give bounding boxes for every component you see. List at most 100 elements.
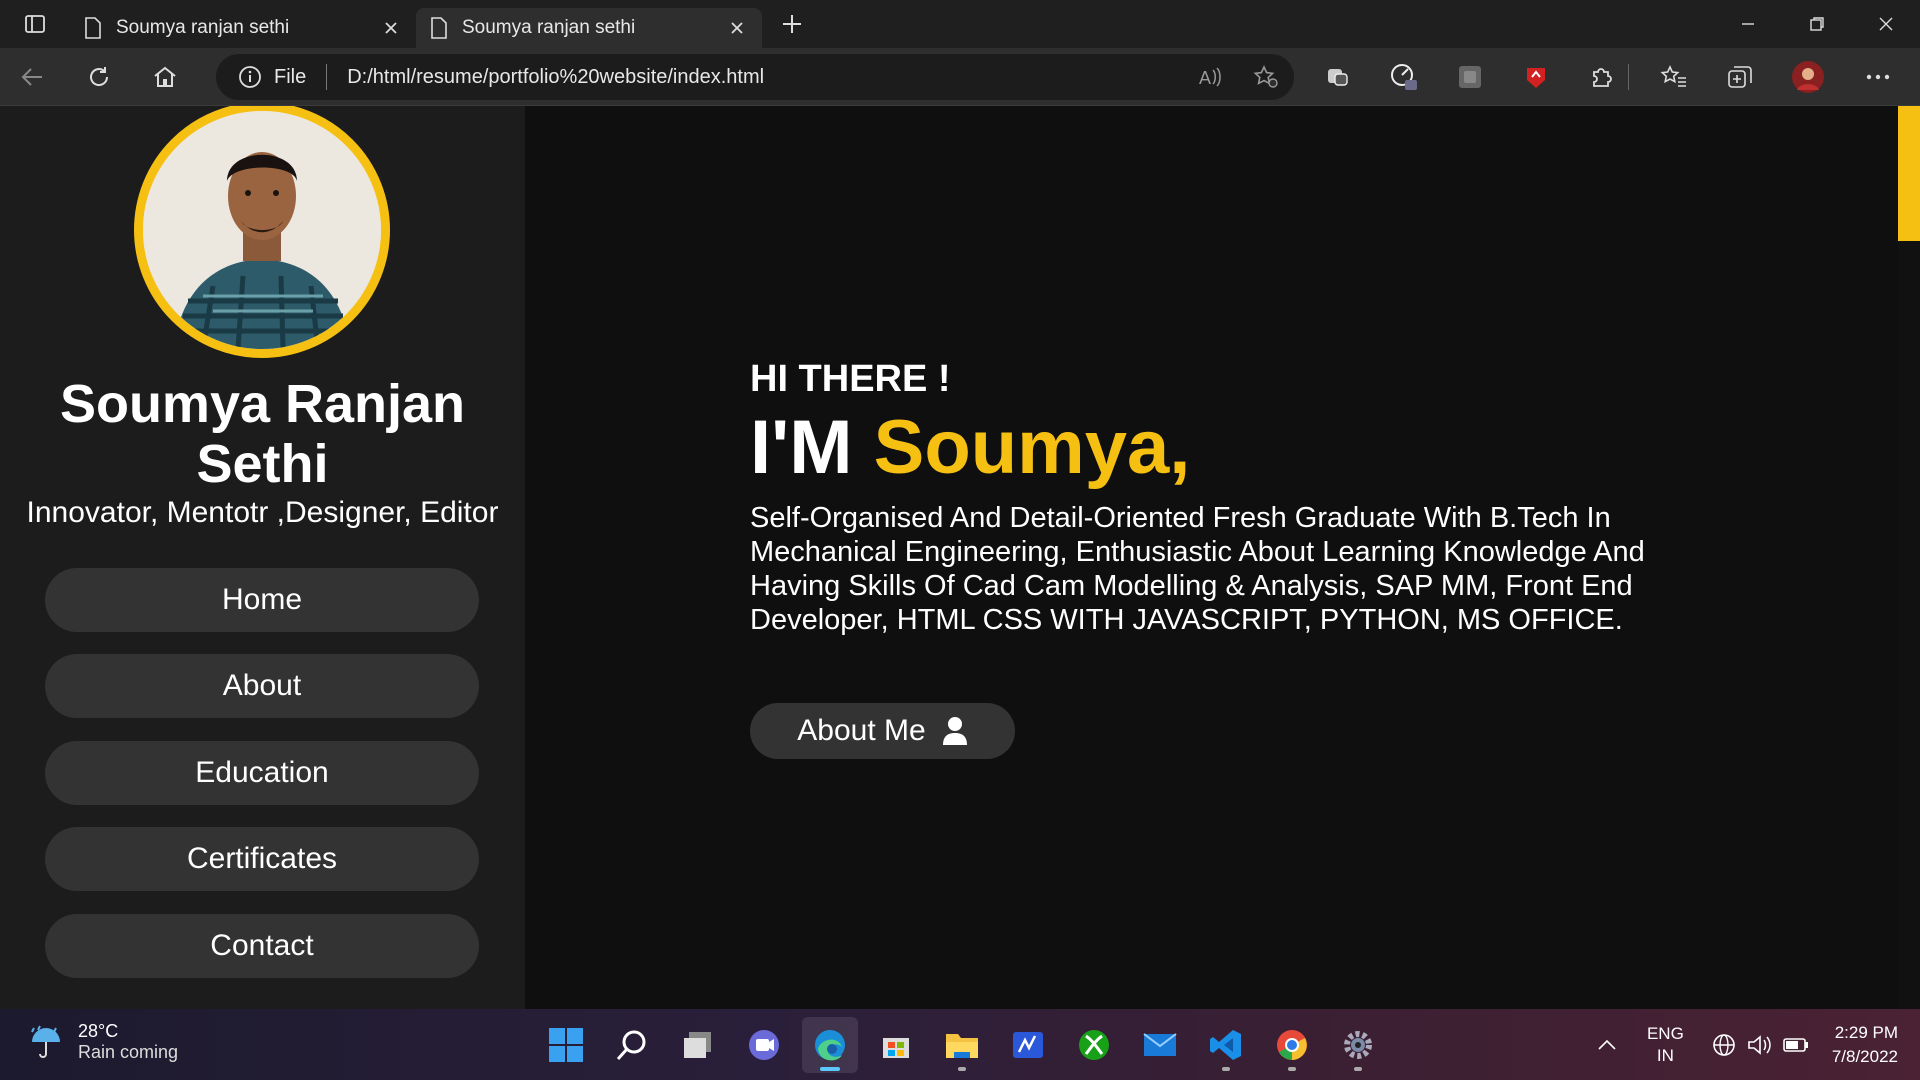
close-window-button[interactable] bbox=[1851, 0, 1920, 48]
clock-time: 2:29 PM bbox=[1834, 1022, 1898, 1042]
tab-actions-button[interactable] bbox=[0, 0, 70, 48]
running-indicator bbox=[1354, 1067, 1362, 1071]
mail-icon bbox=[1143, 1033, 1177, 1056]
whiteboard-app-button[interactable] bbox=[1000, 1017, 1056, 1073]
profile-photo bbox=[134, 106, 390, 358]
network-icon[interactable] bbox=[1706, 1025, 1742, 1065]
edge-browser-button[interactable] bbox=[802, 1017, 858, 1073]
headline-name: Soumya, bbox=[873, 405, 1191, 490]
clock-date: 7/8/2022 bbox=[1831, 1046, 1898, 1066]
web-page: Soumya Ranjan Sethi Innovator, Mentotr ,… bbox=[0, 106, 1920, 1009]
start-button[interactable] bbox=[538, 1017, 594, 1073]
weather-condition: Rain coming bbox=[78, 1042, 179, 1062]
home-button[interactable] bbox=[132, 48, 198, 106]
address-bar[interactable]: File D:/html/resume/portfolio%20website/… bbox=[216, 54, 1294, 100]
show-hidden-icons-chevron-icon[interactable] bbox=[1589, 1025, 1625, 1065]
new-tab-button[interactable] bbox=[772, 4, 812, 44]
gear-icon bbox=[1344, 1031, 1372, 1059]
language-code: ENG bbox=[1646, 1023, 1684, 1043]
rain-umbrella-icon bbox=[31, 1025, 60, 1058]
refresh-button[interactable] bbox=[66, 48, 132, 106]
about-me-button[interactable]: About Me bbox=[750, 703, 1015, 759]
browser-tab-1[interactable]: Soumya ranjan sethi bbox=[70, 8, 416, 48]
scrollbar-thumb[interactable] bbox=[1898, 106, 1920, 241]
vscode-icon bbox=[1210, 1030, 1241, 1060]
clock[interactable]: 2:29 PM 7/8/2022 bbox=[1832, 1021, 1898, 1069]
back-button[interactable] bbox=[0, 48, 66, 106]
tab-title: Soumya ranjan sethi bbox=[116, 17, 290, 38]
close-tab-icon[interactable] bbox=[726, 17, 748, 39]
weather-widget[interactable]: 28°C Rain coming bbox=[26, 1021, 178, 1063]
page-icon bbox=[431, 17, 447, 39]
back-arrow-icon bbox=[21, 67, 42, 86]
window-controls bbox=[1713, 0, 1920, 48]
xbox-icon bbox=[1079, 1030, 1109, 1060]
info-icon bbox=[239, 66, 261, 88]
read-aloud-icon[interactable]: A bbox=[1182, 54, 1238, 100]
active-indicator bbox=[820, 1067, 840, 1071]
toolbar-divider bbox=[1618, 48, 1638, 106]
store-button[interactable] bbox=[868, 1017, 924, 1073]
chat-icon bbox=[749, 1030, 779, 1060]
battery-icon[interactable] bbox=[1778, 1025, 1814, 1065]
windows-taskbar: 28°C Rain coming ENG IN 2:29 PM 7/8/2022 bbox=[0, 1009, 1920, 1080]
chrome-icon bbox=[1277, 1030, 1307, 1060]
language-indicator[interactable]: ENG IN bbox=[1647, 1023, 1684, 1067]
running-indicator bbox=[1288, 1067, 1296, 1071]
nav-about-button[interactable]: About bbox=[45, 654, 479, 718]
refresh-icon bbox=[90, 66, 109, 86]
tab-title: Soumya ranjan sethi bbox=[462, 17, 636, 38]
address-url[interactable]: D:/html/resume/portfolio%20website/index… bbox=[347, 66, 1182, 89]
profile-name: Soumya Ranjan Sethi bbox=[59, 374, 466, 494]
extension-icon-4[interactable] bbox=[1514, 48, 1558, 106]
collections-icon[interactable] bbox=[1718, 48, 1762, 106]
mail-button[interactable] bbox=[1132, 1017, 1188, 1073]
settings-button[interactable] bbox=[1330, 1017, 1386, 1073]
profile-roles: Innovator, Mentotr ,Designer, Editor bbox=[26, 496, 499, 529]
extension-icon-1[interactable] bbox=[1316, 48, 1360, 106]
user-icon bbox=[942, 717, 967, 745]
folder-icon bbox=[946, 1034, 978, 1058]
vscode-button[interactable] bbox=[1198, 1017, 1254, 1073]
address-separator bbox=[326, 64, 328, 90]
search-button[interactable] bbox=[604, 1017, 660, 1073]
browser-tab-bar: Soumya ranjan sethi Soumya ranjan sethi bbox=[0, 0, 1920, 48]
home-icon bbox=[154, 66, 176, 87]
more-menu-icon[interactable] bbox=[1856, 48, 1900, 106]
file-explorer-button[interactable] bbox=[934, 1017, 990, 1073]
person-photo-icon bbox=[143, 111, 381, 349]
region-code: IN bbox=[1656, 1045, 1674, 1065]
store-icon bbox=[883, 1038, 909, 1058]
search-icon bbox=[616, 1030, 646, 1061]
minimize-button[interactable] bbox=[1713, 0, 1782, 48]
nav-certificates-button[interactable]: Certificates bbox=[45, 827, 479, 891]
nav-home-button[interactable]: Home bbox=[45, 568, 479, 632]
restore-button[interactable] bbox=[1782, 0, 1851, 48]
task-view-icon bbox=[684, 1032, 711, 1058]
profile-avatar[interactable] bbox=[1786, 48, 1830, 106]
volume-icon[interactable] bbox=[1742, 1025, 1778, 1065]
nav-contact-button[interactable]: Contact bbox=[45, 914, 479, 978]
chrome-button[interactable] bbox=[1264, 1017, 1320, 1073]
extension-icon-3[interactable] bbox=[1448, 48, 1492, 106]
svg-text:A: A bbox=[1199, 68, 1211, 88]
headline-prefix: I'M bbox=[750, 405, 853, 490]
extension-icon-2[interactable] bbox=[1382, 48, 1426, 106]
nav-education-button[interactable]: Education bbox=[45, 741, 479, 805]
page-scrollbar[interactable] bbox=[1898, 106, 1920, 1009]
plus-icon bbox=[783, 15, 801, 33]
xbox-button[interactable] bbox=[1066, 1017, 1122, 1073]
hero-bio: Self-Organised And Detail-Oriented Fresh… bbox=[750, 502, 1645, 636]
browser-tab-2[interactable]: Soumya ranjan sethi bbox=[416, 8, 762, 48]
add-favorite-icon[interactable] bbox=[1238, 54, 1294, 100]
teams-chat-button[interactable] bbox=[736, 1017, 792, 1073]
windows-logo-icon bbox=[549, 1028, 583, 1062]
about-me-label: About Me bbox=[797, 714, 926, 747]
close-tab-icon[interactable] bbox=[380, 17, 402, 39]
task-view-button[interactable] bbox=[670, 1017, 726, 1073]
tab-actions-icon bbox=[25, 15, 45, 33]
running-indicator bbox=[1222, 1067, 1230, 1071]
edge-icon bbox=[815, 1030, 845, 1061]
app-icon bbox=[1013, 1032, 1043, 1058]
favorites-icon[interactable] bbox=[1652, 48, 1696, 106]
